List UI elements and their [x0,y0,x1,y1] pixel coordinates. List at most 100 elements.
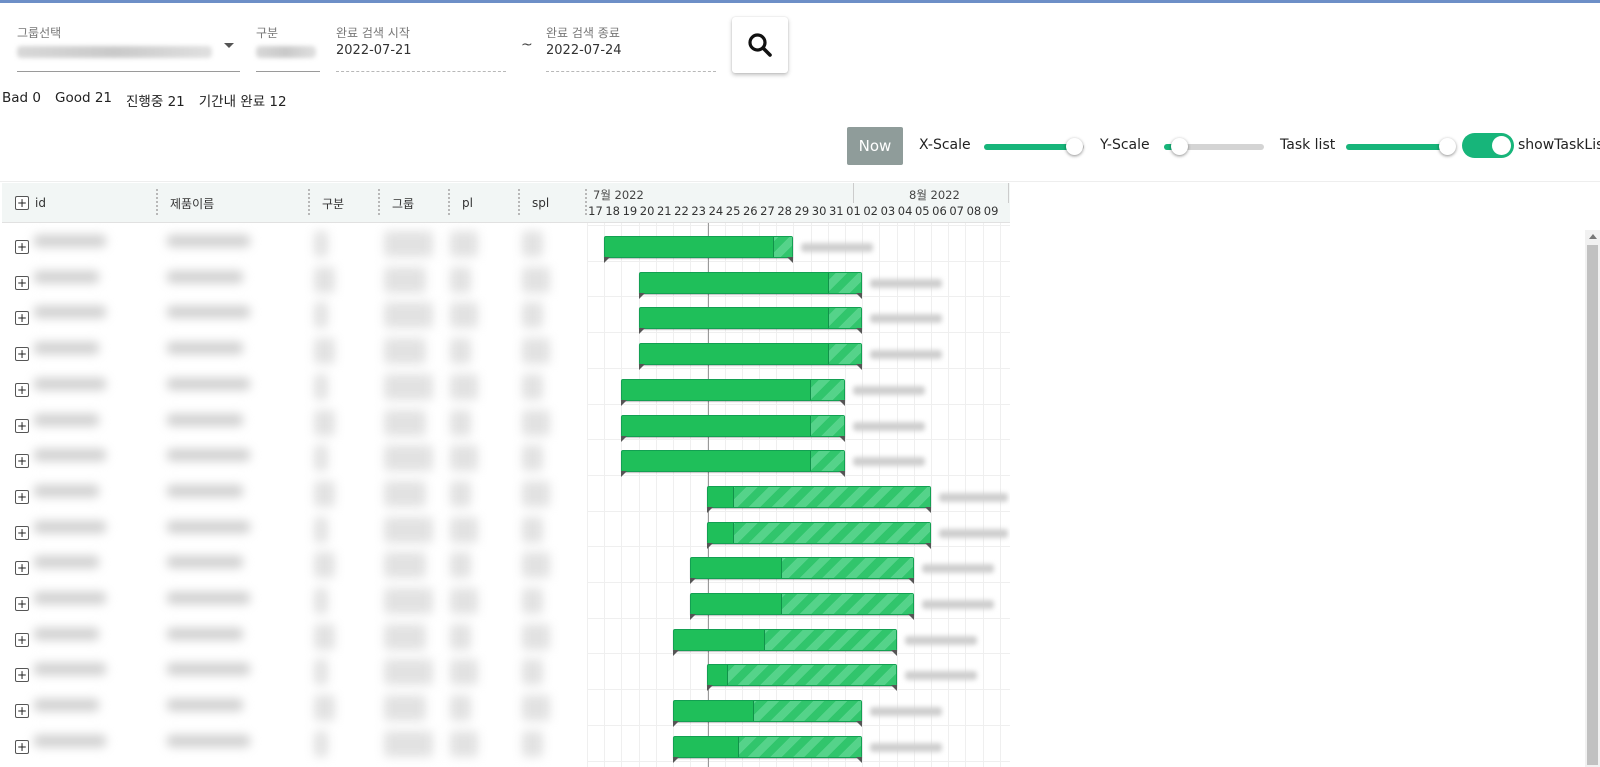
expand-row-icon[interactable]: + [15,632,29,647]
task-row[interactable]: + [2,336,1010,372]
task-row[interactable]: + [2,479,1010,515]
expand-row-icon[interactable]: + [15,489,29,504]
task-row[interactable]: + [2,693,1010,729]
task-bar-start-handle[interactable] [604,257,611,263]
group-select[interactable]: 그룹선택 [17,24,240,72]
task-bar-start-handle[interactable] [638,292,645,299]
task-bar-end-handle[interactable] [856,328,863,335]
task-bar-end-handle[interactable] [856,756,863,763]
column-category[interactable]: 구분 [310,183,380,223]
task-row[interactable]: + [2,372,1010,408]
task-bar-end-handle[interactable] [856,721,863,728]
task-bar-start-handle[interactable] [673,649,679,656]
scroll-up-arrow-icon[interactable] [1589,234,1597,239]
task-bar-start-handle[interactable] [707,542,714,549]
column-spl[interactable]: spl [520,183,587,223]
task-row[interactable]: + [2,443,1010,479]
search-end-value[interactable]: 2022-07-24 [546,43,622,58]
task-bar-end-handle[interactable] [838,435,845,442]
task-bar-start-handle[interactable] [638,328,645,335]
task-bar-start-handle[interactable] [621,399,628,406]
task-bar-end-handle[interactable] [890,649,897,656]
task-bar-start-handle[interactable] [690,578,697,585]
task-bar-start-handle[interactable] [621,435,628,442]
task-bar[interactable] [621,450,845,478]
task-bar[interactable] [707,521,931,549]
task-bar-end-handle[interactable] [787,257,794,263]
task-row[interactable]: + [2,408,1010,444]
task-bar[interactable] [707,485,931,513]
task-row[interactable]: + [2,586,1010,622]
task-bar-end-handle[interactable] [856,292,863,299]
task-bar-start-handle[interactable] [673,721,679,728]
task-bar-start-handle[interactable] [621,471,628,478]
vertical-scrollbar[interactable] [1585,230,1600,767]
expand-row-icon[interactable]: + [15,382,29,397]
task-bar[interactable] [673,700,863,728]
y-scale-slider-handle[interactable] [1171,138,1188,155]
task-bar-end-handle[interactable] [890,685,897,692]
show-task-list-toggle[interactable] [1462,133,1514,158]
expand-row-icon[interactable]: + [15,739,29,754]
column-product-name[interactable]: 제품이름 [158,183,310,223]
task-bar-end-handle[interactable] [907,578,914,585]
task-bar[interactable] [604,236,794,263]
task-row[interactable]: + [2,515,1010,551]
scrollbar-thumb[interactable] [1587,245,1598,765]
search-button[interactable] [732,17,788,73]
expand-row-icon[interactable]: + [15,561,29,576]
expand-row-icon[interactable]: + [15,704,29,719]
x-scale-slider-handle[interactable] [1066,138,1083,155]
column-pl[interactable]: pl [450,183,520,223]
now-button[interactable]: Now [847,127,903,165]
task-list-slider-handle[interactable] [1438,138,1456,155]
task-bar-end-handle[interactable] [907,614,914,620]
task-bar-end-handle[interactable] [838,471,845,478]
expand-row-icon[interactable]: + [15,275,29,290]
task-bar[interactable] [673,628,897,656]
task-bar[interactable] [638,307,863,335]
task-bar-start-handle[interactable] [673,756,679,763]
expand-all-icon[interactable]: + [15,196,29,210]
expand-row-icon[interactable]: + [15,240,29,254]
x-scale-slider[interactable] [984,138,1084,155]
task-bar[interactable] [621,378,845,406]
expand-row-icon[interactable]: + [15,418,29,433]
task-bar[interactable] [638,271,863,299]
expand-row-icon[interactable]: + [15,525,29,540]
task-row[interactable]: + [2,729,1010,765]
search-start-value[interactable]: 2022-07-21 [336,43,412,58]
task-bar-start-handle[interactable] [707,506,714,513]
task-bar-start-handle[interactable] [707,685,714,692]
expand-row-icon[interactable]: + [15,311,29,326]
task-bar[interactable] [638,343,863,371]
y-scale-slider[interactable] [1164,138,1264,155]
task-bar-end-handle[interactable] [924,542,931,549]
task-bar[interactable] [690,593,914,620]
column-id[interactable]: + id [2,183,158,223]
task-bar[interactable] [673,735,863,763]
task-bar[interactable] [621,414,845,442]
task-row[interactable]: + [2,229,1010,265]
expand-row-icon[interactable]: + [15,597,29,611]
column-group[interactable]: 그룹 [380,183,450,223]
task-bar-end-handle[interactable] [838,399,845,406]
task-row[interactable]: + [2,622,1010,658]
expand-row-icon[interactable]: + [15,668,29,683]
task-list-slider[interactable] [1346,138,1456,155]
task-row[interactable]: + [2,657,1010,693]
task-bar[interactable] [690,557,914,585]
task-row[interactable]: + [2,265,1010,301]
task-row[interactable]: + [2,300,1010,336]
task-bar-end-handle[interactable] [856,364,863,371]
search-start-field[interactable]: 완료 검색 시작 2022-07-21 [336,24,506,72]
expand-row-icon[interactable]: + [15,347,29,362]
search-end-field[interactable]: 완료 검색 종료 2022-07-24 [546,24,716,72]
expand-row-icon[interactable]: + [15,454,29,469]
task-bar-start-handle[interactable] [638,364,645,371]
task-bar-start-handle[interactable] [690,614,697,620]
category-select[interactable]: 구분 [256,24,320,72]
task-bar[interactable] [707,664,897,692]
task-row[interactable]: + [2,550,1010,586]
task-bar-end-handle[interactable] [924,506,931,513]
